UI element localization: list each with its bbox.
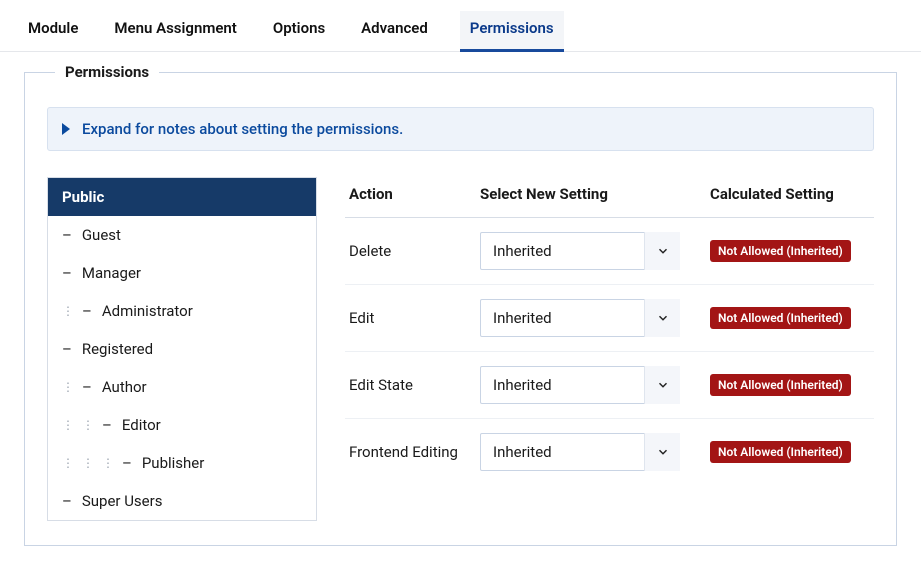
tree-dash-icon: – (82, 378, 92, 396)
group-super-users[interactable]: –Super Users (48, 482, 316, 520)
user-group-list: Public–Guest–Manager⋮–Administrator–Regi… (47, 177, 317, 521)
tree-indent-icon: ⋮⋮ (62, 418, 94, 432)
calculated-badge: Not Allowed (Inherited) (710, 240, 851, 262)
group-registered[interactable]: –Registered (48, 330, 316, 368)
calculated-badge: Not Allowed (Inherited) (710, 374, 851, 396)
permissions-body: Public–Guest–Manager⋮–Administrator–Regi… (47, 177, 874, 521)
tree-dash-icon: – (62, 340, 72, 358)
setting-value: Inherited (493, 443, 552, 461)
permission-row: Frontend Editing Inherited Not Allowed (In… (345, 419, 874, 485)
permission-row: Delete Inherited Not Allowed (Inherited) (345, 218, 874, 285)
group-author[interactable]: ⋮–Author (48, 368, 316, 406)
setting-value: Inherited (493, 309, 552, 327)
group-administrator[interactable]: ⋮–Administrator (48, 292, 316, 330)
group-publisher[interactable]: ⋮⋮⋮–Publisher (48, 444, 316, 482)
tree-dash-icon: – (82, 302, 92, 320)
tab-options[interactable]: Options (269, 11, 329, 52)
tab-advanced[interactable]: Advanced (357, 11, 432, 52)
expand-notes-toggle[interactable]: Expand for notes about setting the permi… (47, 107, 874, 151)
group-label: Author (102, 378, 147, 396)
tree-indent-icon: ⋮ (62, 304, 74, 318)
permissions-table-header: Action Select New Setting Calculated Set… (345, 177, 874, 218)
action-label: Frontend Editing (349, 443, 480, 461)
group-label: Manager (82, 264, 141, 282)
setting-value: Inherited (493, 242, 552, 260)
group-label: Super Users (82, 492, 163, 510)
group-label: Publisher (142, 454, 205, 472)
tab-menu-assignment[interactable]: Menu Assignment (110, 11, 240, 52)
fieldset-legend: Permissions (55, 63, 159, 81)
expand-notes-label: Expand for notes about setting the permi… (82, 120, 403, 138)
col-setting: Select New Setting (480, 185, 710, 203)
tree-dash-icon: – (62, 226, 72, 244)
setting-select[interactable]: Inherited (480, 366, 680, 404)
tree-indent-icon: ⋮ (62, 380, 74, 394)
action-label: Edit State (349, 376, 480, 394)
permissions-table: Action Select New Setting Calculated Set… (345, 177, 874, 521)
tree-dash-icon: – (122, 454, 132, 472)
tree-dash-icon: – (102, 416, 112, 434)
tree-indent-icon: ⋮⋮⋮ (62, 456, 114, 470)
group-label: Administrator (102, 302, 193, 320)
permission-row: Edit Inherited Not Allowed (Inherited) (345, 285, 874, 352)
group-label: Editor (122, 416, 161, 434)
calculated-badge: Not Allowed (Inherited) (710, 307, 851, 329)
setting-value: Inherited (493, 376, 552, 394)
action-label: Edit (349, 309, 480, 327)
tree-dash-icon: – (62, 492, 72, 510)
setting-select[interactable]: Inherited (480, 299, 680, 337)
group-manager[interactable]: –Manager (48, 254, 316, 292)
setting-select[interactable]: Inherited (480, 433, 680, 471)
group-label: Guest (82, 226, 121, 244)
group-editor[interactable]: ⋮⋮–Editor (48, 406, 316, 444)
permission-row: Edit State Inherited Not Allowed (Inherite… (345, 352, 874, 419)
group-label: Public (62, 188, 104, 206)
tab-permissions[interactable]: Permissions (460, 11, 564, 52)
expand-caret-icon (62, 123, 70, 135)
permissions-fieldset: Permissions Expand for notes about setti… (24, 72, 897, 546)
action-label: Delete (349, 242, 480, 260)
tabs-bar: Module Menu Assignment Options Advanced Perm… (0, 0, 921, 52)
setting-select[interactable]: Inherited (480, 232, 680, 270)
tree-dash-icon: – (62, 264, 72, 282)
group-guest[interactable]: –Guest (48, 216, 316, 254)
calculated-badge: Not Allowed (Inherited) (710, 441, 851, 463)
group-label: Registered (82, 340, 153, 358)
col-calculated: Calculated Setting (710, 185, 870, 203)
group-public[interactable]: Public (48, 178, 316, 216)
col-action: Action (349, 185, 480, 203)
permissions-panel: Permissions Expand for notes about setti… (0, 52, 921, 566)
tab-module[interactable]: Module (24, 11, 82, 52)
